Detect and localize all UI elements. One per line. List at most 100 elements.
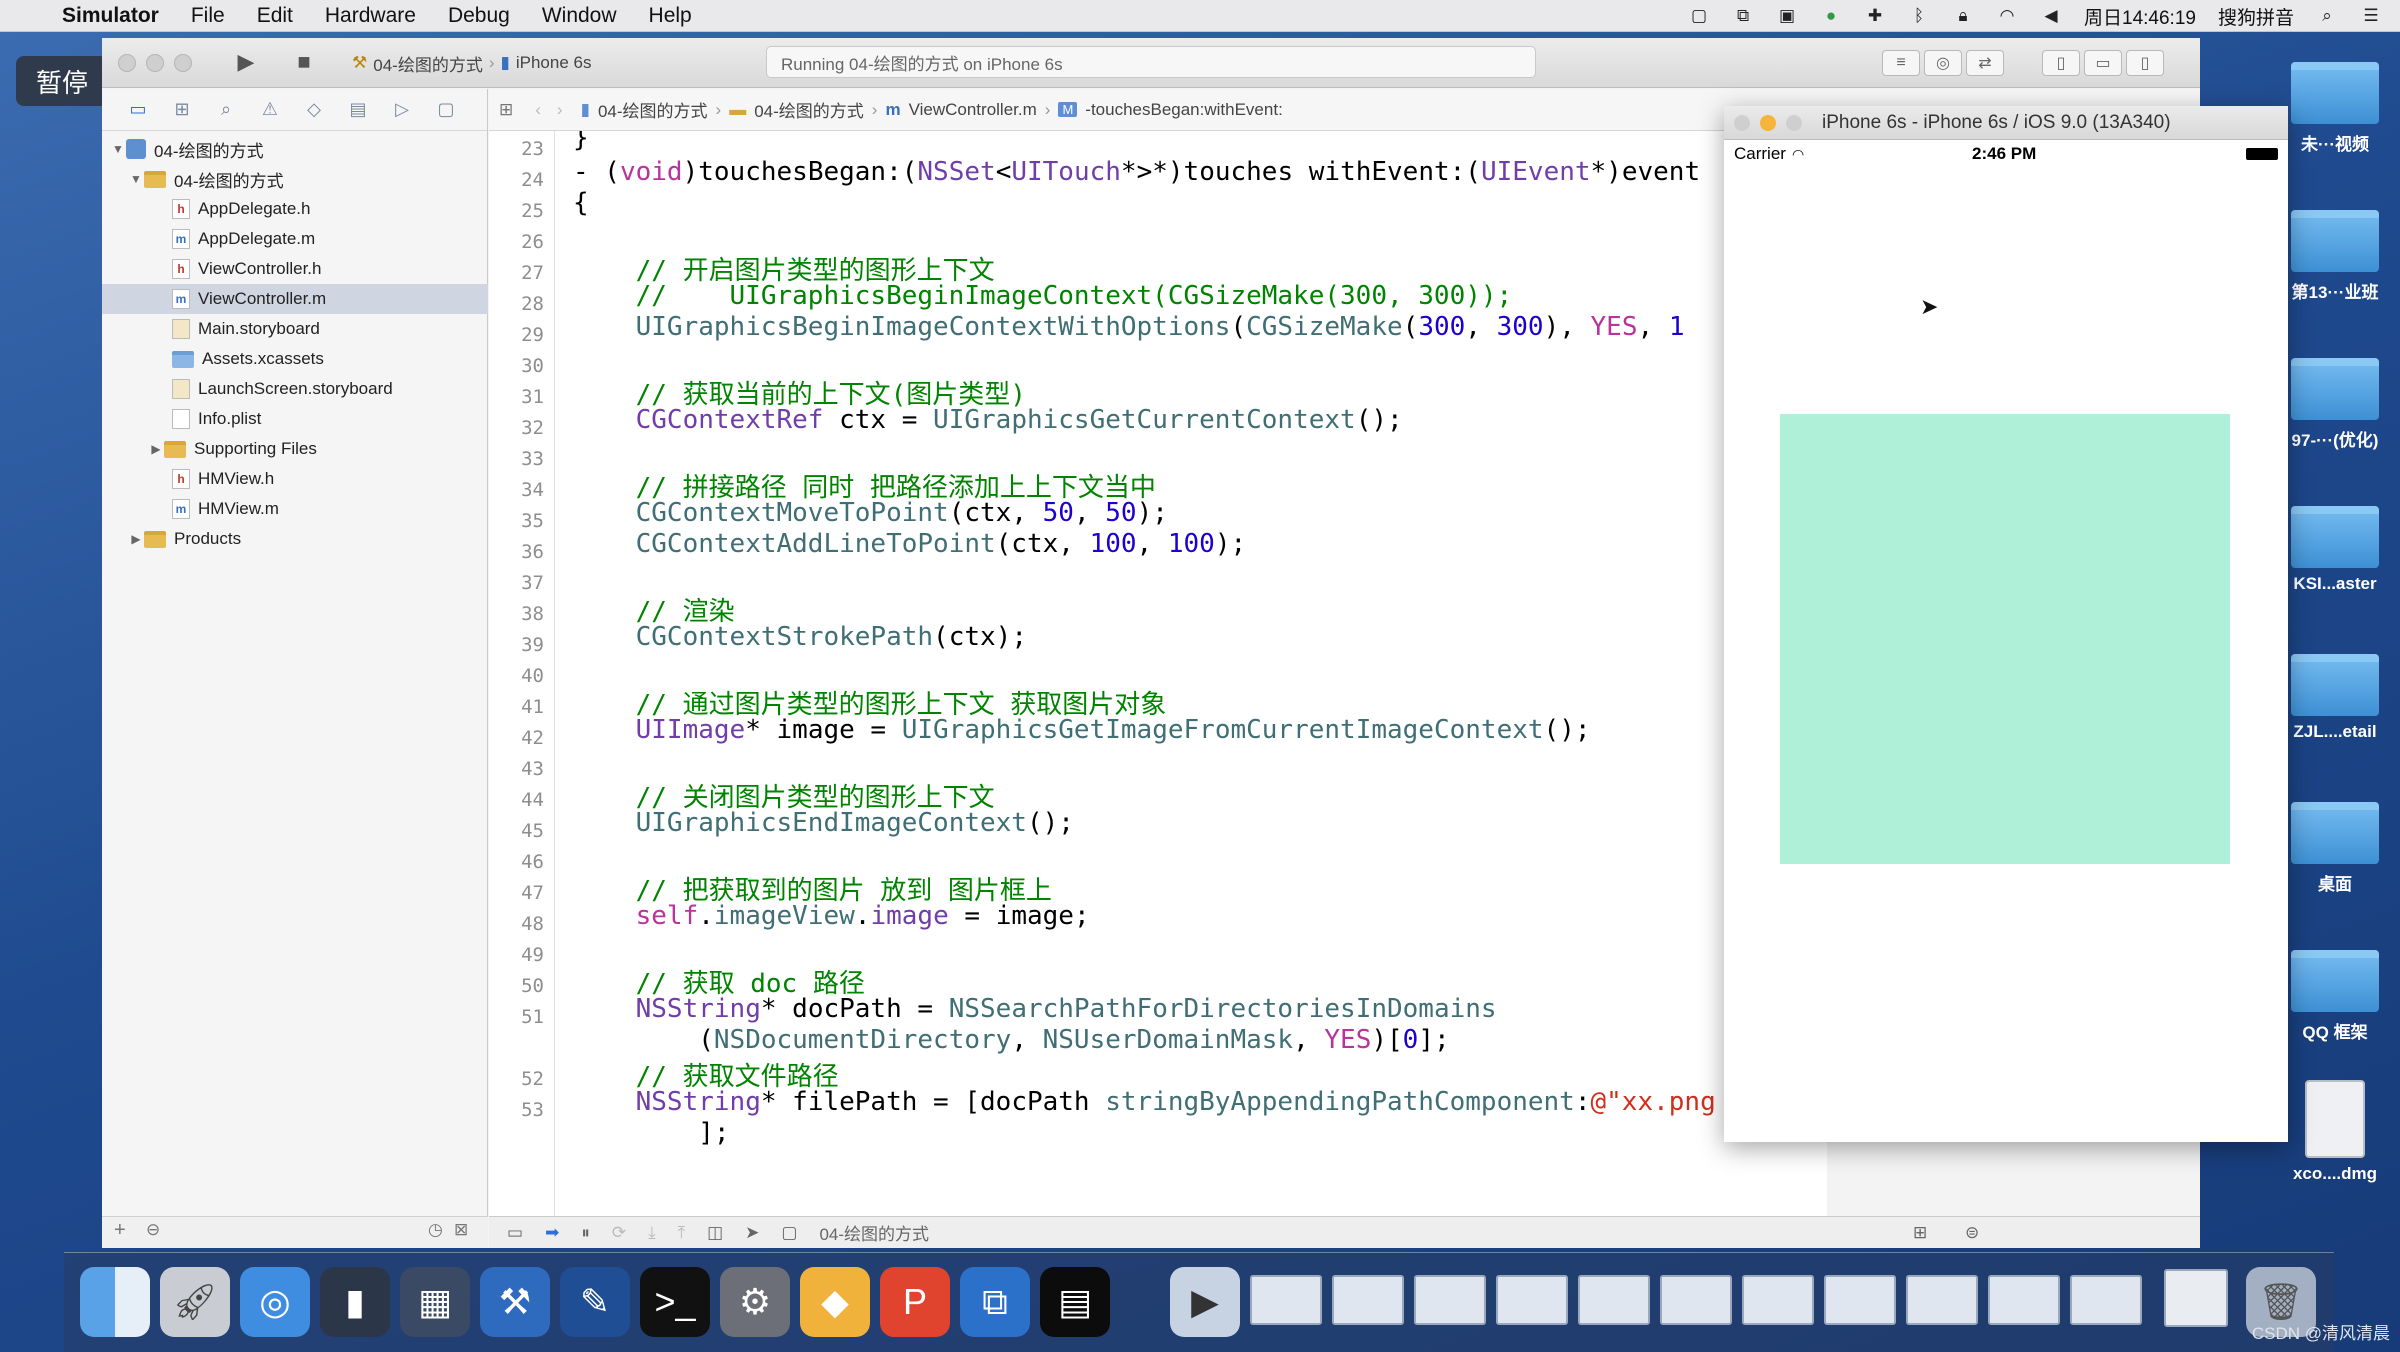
breakpoints-toggle-icon[interactable]: ➡ (545, 1223, 559, 1243)
stop-button[interactable]: ■ (284, 48, 324, 76)
console-filter-icon[interactable]: ⊜ (1965, 1223, 1979, 1243)
add-icon[interactable]: + (114, 1219, 126, 1242)
scheme-selector[interactable]: ⚒ 04-绘图的方式 › ▮ iPhone 6s (352, 50, 591, 76)
tree-file-row[interactable]: LaunchScreen.storyboard (102, 374, 488, 404)
step-into-icon[interactable]: ⤒ (678, 1223, 686, 1243)
minimized-window[interactable] (1578, 1275, 1650, 1325)
mouse-app-icon[interactable]: ▮ (320, 1267, 390, 1337)
tree-file-row[interactable]: m AppDelegate.m (102, 224, 488, 254)
step-over-icon[interactable]: ⤓ (648, 1223, 656, 1243)
minimized-window[interactable] (1496, 1275, 1568, 1325)
pause-execution-icon[interactable]: ⏸ (581, 1223, 590, 1243)
wifi-icon[interactable]: ◠ (1996, 6, 2018, 26)
desktop-folder[interactable]: 未···视频 (2290, 62, 2380, 155)
instruments-icon[interactable]: ✎ (560, 1267, 630, 1337)
breadcrumb-file[interactable]: ViewController.m (909, 100, 1037, 120)
tree-file-row[interactable]: Info.plist (102, 404, 488, 434)
clipboard-icon[interactable]: ▢ (1688, 6, 1710, 26)
breadcrumb-method[interactable]: -touchesBegan:withEvent: (1085, 100, 1283, 120)
minimized-window[interactable] (1906, 1275, 1978, 1325)
desktop-folder[interactable]: KSI...aster (2290, 506, 2380, 594)
run-button[interactable]: ▶ (226, 48, 266, 76)
scm-filter-icon[interactable]: ⊠ (454, 1220, 468, 1240)
sim-minimize-button[interactable] (1760, 114, 1776, 131)
desktop-folder[interactable]: 97-···(优化) (2290, 358, 2380, 451)
lock-icon[interactable]: 🔒︎ (1952, 6, 1974, 26)
close-window-button[interactable] (118, 54, 136, 72)
downloads-stack-icon[interactable] (2164, 1269, 2228, 1327)
recent-files-icon[interactable]: ◷ (428, 1220, 443, 1240)
menu-app[interactable]: Simulator (62, 4, 159, 28)
report-nav-icon[interactable]: ▢ (434, 99, 458, 121)
menu-debug[interactable]: Debug (448, 4, 510, 28)
disclosure-open-icon[interactable]: ▼ (128, 172, 144, 186)
minimized-window[interactable] (1660, 1275, 1732, 1325)
find-nav-icon[interactable]: ⌕ (214, 99, 238, 121)
sketch-icon[interactable]: ◆ (800, 1267, 870, 1337)
input-method[interactable]: 搜狗拼音 (2218, 3, 2294, 30)
finder-icon[interactable] (80, 1267, 150, 1337)
disclosure-closed-icon[interactable]: ▶ (128, 532, 144, 546)
back-arrow-icon[interactable]: ‹ (535, 100, 541, 120)
continue-icon[interactable]: ⟳ (612, 1223, 626, 1243)
minimized-window[interactable] (1414, 1275, 1486, 1325)
navigator-toggle-icon[interactable]: ▯ (2042, 50, 2080, 76)
breakpoint-nav-icon[interactable]: ▷ (390, 99, 414, 121)
code-editor[interactable]: } - (void)touchesBegan:(NSSet<UITouch*>*… (555, 131, 1827, 1216)
app-icon[interactable]: ⧉ (960, 1267, 1030, 1337)
minimized-window[interactable] (1988, 1275, 2060, 1325)
issue-nav-icon[interactable]: ⚠ (258, 99, 282, 121)
filter-options-icon[interactable]: ⊖ (146, 1220, 160, 1240)
green-status-icon[interactable]: ● (1820, 6, 1842, 26)
menu-help[interactable]: Help (649, 4, 692, 28)
screens-icon[interactable]: ⧉ (1732, 6, 1754, 26)
desktop-folder[interactable]: 第13···业班 (2290, 210, 2380, 303)
spotlight-icon[interactable]: ⌕ (2316, 6, 2338, 26)
tree-file-row[interactable]: m HMView.m (102, 494, 488, 524)
sim-zoom-button[interactable] (1786, 114, 1802, 131)
desktop-folder[interactable]: QQ 框架 (2290, 950, 2380, 1043)
tree-file-row[interactable]: h ViewController.h (102, 254, 488, 284)
volume-icon[interactable]: ◀︎ (2040, 6, 2062, 26)
breadcrumb-project[interactable]: 04-绘图的方式 (598, 97, 708, 122)
tree-file-row[interactable]: Main.storyboard (102, 314, 488, 344)
breadcrumb-group[interactable]: 04-绘图的方式 (754, 97, 864, 122)
utilities-toggle-icon[interactable]: ▯ (2126, 50, 2164, 76)
menu-file[interactable]: File (191, 4, 225, 28)
standard-editor-icon[interactable]: ≡ (1882, 50, 1920, 76)
bluetooth-icon[interactable]: ᛒ (1908, 6, 1930, 26)
minimized-window[interactable] (2070, 1275, 2142, 1325)
camera-icon[interactable]: ▣ (1776, 6, 1798, 26)
location-icon[interactable]: ➤ (745, 1223, 759, 1243)
tree-project-row[interactable]: ▼ 04-绘图的方式 (102, 134, 488, 164)
tree-file-row-selected[interactable]: m ViewController.m (102, 284, 488, 314)
folder-nav-icon[interactable]: ▭ (126, 99, 150, 121)
tree-file-row[interactable]: h HMView.h (102, 464, 488, 494)
disclosure-closed-icon[interactable]: ▶ (148, 442, 164, 456)
menu-hardware[interactable]: Hardware (325, 4, 416, 28)
forward-arrow-icon[interactable]: › (557, 100, 563, 120)
console-icon[interactable]: ▤ (1040, 1267, 1110, 1337)
tree-file-row[interactable]: h AppDelegate.h (102, 194, 488, 224)
disclosure-open-icon[interactable]: ▼ (110, 142, 126, 156)
debug-nav-icon[interactable]: ▤ (346, 99, 370, 121)
desktop-folder[interactable]: 桌面 (2290, 802, 2380, 895)
view-debugger-icon[interactable]: ◫ (707, 1223, 723, 1243)
variables-view-icon[interactable]: ⊞ (1913, 1223, 1927, 1243)
notification-list-icon[interactable]: ☰ (2360, 6, 2382, 26)
tree-folder-row[interactable]: ▶ Supporting Files (102, 434, 488, 464)
tree-group-row[interactable]: ▼ 04-绘图的方式 (102, 164, 488, 194)
image-view[interactable] (1780, 414, 2230, 864)
desktop-folder[interactable]: ZJL....etail (2290, 654, 2380, 742)
plus-status-icon[interactable]: ✚ (1864, 6, 1886, 26)
symbol-nav-icon[interactable]: ⊞ (170, 99, 194, 121)
test-nav-icon[interactable]: ◇ (302, 99, 326, 121)
tree-products-row[interactable]: ▶ Products (102, 524, 488, 554)
debug-area-toggle-icon[interactable]: ▭ (2084, 50, 2122, 76)
related-items-icon[interactable]: ⊞ (499, 100, 513, 120)
xcode-icon[interactable]: ⚒ (480, 1267, 550, 1337)
powerpoint-like-icon[interactable]: P (880, 1267, 950, 1337)
tree-file-row[interactable]: Assets.xcassets (102, 344, 488, 374)
desktop-dmg[interactable]: xco....dmg (2290, 1080, 2380, 1184)
minimized-window[interactable] (1824, 1275, 1896, 1325)
